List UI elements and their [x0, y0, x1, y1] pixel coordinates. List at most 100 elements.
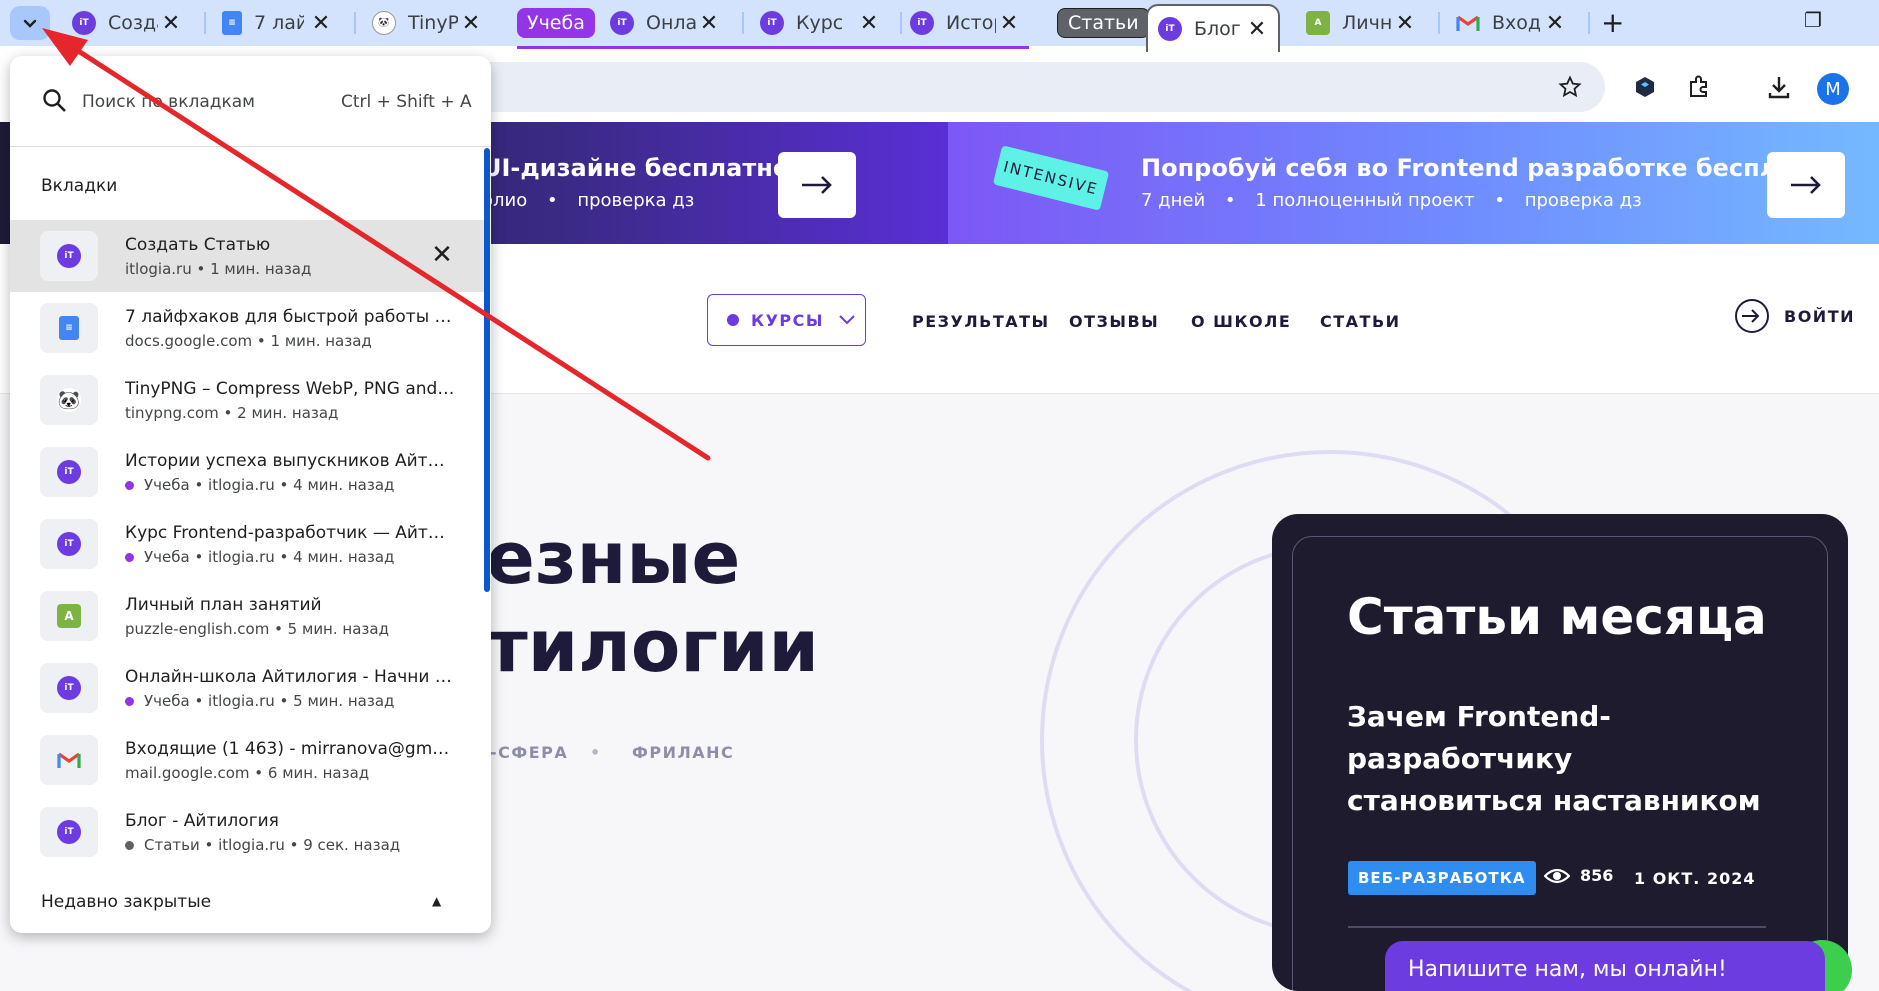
- tab-list-item-subtitle: Учеба • itlogia.ru • 4 мин. назад: [125, 476, 394, 494]
- puzzle-english-icon: A: [1306, 11, 1330, 35]
- tab-list-item[interactable]: iT Блог - Айтилогия Статьи • itlogia.ru • …: [10, 796, 484, 868]
- favicon-box: iT: [40, 447, 98, 497]
- articles-of-month-card: Статьи месяца Зачем Frontend-разработчик…: [1272, 514, 1848, 991]
- close-icon[interactable]: ✕: [160, 11, 182, 36]
- tab-group-study[interactable]: Учеба: [517, 8, 595, 38]
- scrollbar[interactable]: [484, 148, 490, 592]
- close-icon[interactable]: ✕: [998, 11, 1020, 36]
- tab-list-item[interactable]: iT Истории успеха выпускников Айти… Учеба …: [10, 436, 484, 508]
- tab-list-item[interactable]: ≡ 7 лайфхаков для быстрой работы в … docs.…: [10, 292, 484, 364]
- close-icon[interactable]: ✕: [698, 11, 720, 36]
- tab-list-item[interactable]: 🐼 TinyPNG – Compress WebP, PNG and … tinyp…: [10, 364, 484, 436]
- tab-group-articles[interactable]: Статьи: [1057, 8, 1150, 38]
- close-icon[interactable]: ✕: [1544, 11, 1566, 36]
- tab-list-item-title: Личный план занятий: [125, 595, 322, 615]
- tab-list-item-meta: Статьи • itlogia.ru • 9 сек. назад: [144, 836, 401, 854]
- itlogia-icon: iT: [57, 676, 81, 700]
- tab-list-item[interactable]: iT Курс Frontend-разработчик — Айти… Учеба…: [10, 508, 484, 580]
- extensions-puzzle-icon[interactable]: [1684, 72, 1714, 102]
- group-dot: [125, 552, 134, 562]
- tab-strip: iT Созда ✕ ≡ 7 лай ✕ 🐼 TinyP ✕ Учеба iT …: [0, 0, 1879, 52]
- favicon-box: [40, 735, 98, 785]
- tab-online-school[interactable]: iT Онла ✕: [600, 6, 730, 40]
- close-icon[interactable]: ✕: [858, 11, 880, 36]
- hero-title-line2: тилогии: [486, 604, 819, 688]
- tab-separator: [1438, 12, 1440, 34]
- courses-dot-icon: [727, 314, 739, 326]
- tab-docs[interactable]: ≡ 7 лай ✕: [212, 6, 342, 40]
- itlogia-icon: iT: [57, 244, 81, 268]
- nav-results[interactable]: РЕЗУЛЬТАТЫ: [912, 312, 1050, 331]
- chevron-down-icon: [839, 315, 855, 325]
- banner-sub-item: проверка дз: [1524, 190, 1642, 211]
- banner-arrow-button[interactable]: [778, 152, 856, 218]
- group-dot: [125, 840, 134, 850]
- hero-tag[interactable]: ФРИЛАНС: [632, 743, 734, 762]
- search-icon: [43, 89, 66, 112]
- tab-list-item-meta: Учеба • itlogia.ru • 4 мин. назад: [144, 548, 395, 566]
- tab-title: Входя: [1492, 12, 1542, 34]
- tab-search-button[interactable]: [10, 6, 50, 40]
- close-icon[interactable]: ✕: [1246, 17, 1268, 42]
- close-icon[interactable]: ✕: [460, 11, 482, 36]
- tab-personal-plan[interactable]: A Личн ✕: [1296, 6, 1426, 40]
- caret-up-icon[interactable]: ▲: [432, 894, 441, 908]
- tab-gmail[interactable]: Входя ✕: [1446, 6, 1576, 40]
- itlogia-icon: iT: [72, 11, 96, 35]
- category-badge[interactable]: ВЕБ-РАЗРАБОТКА: [1348, 861, 1536, 895]
- card-title: Статьи месяца: [1347, 588, 1767, 646]
- tab-list-item[interactable]: Входящие (1 463) - mirranova@gmai… mail.g…: [10, 724, 484, 796]
- tab-course[interactable]: iT Курс ✕: [750, 6, 890, 40]
- views-count: 856: [1544, 866, 1613, 885]
- tab-title: Онла: [646, 12, 696, 34]
- tab-search-bar[interactable]: Поиск по вкладкам Ctrl + Shift + A: [10, 56, 491, 146]
- favicon-box: iT: [40, 231, 98, 281]
- hero-tag[interactable]: -СФЕРА: [490, 743, 568, 762]
- tab-list-item[interactable]: iT Создать Статью itlogia.ru • 1 мин. наза…: [10, 220, 484, 292]
- bookmark-star-icon[interactable]: [1555, 72, 1585, 102]
- login-button[interactable]: ВОЙТИ: [1734, 298, 1855, 334]
- close-icon[interactable]: ✕: [310, 11, 332, 36]
- courses-dropdown-button[interactable]: КУРСЫ: [707, 294, 866, 346]
- tab-blog-active[interactable]: iT Блог ✕: [1146, 4, 1280, 52]
- courses-label: КУРСЫ: [751, 310, 824, 330]
- tab-list-item-meta: puzzle-english.com • 5 мин. назад: [125, 620, 389, 638]
- tab-list-item-subtitle: puzzle-english.com • 5 мин. назад: [125, 620, 389, 638]
- restore-window-icon[interactable]: ❐: [1804, 8, 1822, 32]
- tab-stories[interactable]: iT Истор ✕: [900, 6, 1030, 40]
- recently-closed-heading[interactable]: Недавно закрытые: [41, 892, 211, 912]
- tab-list-item[interactable]: iT Онлайн-школа Айтилогия - Начни с… Учеба…: [10, 652, 484, 724]
- banner-arrow-button[interactable]: [1767, 152, 1845, 218]
- chat-widget[interactable]: Напишите нам, мы онлайн!: [1385, 941, 1825, 991]
- close-icon[interactable]: ✕: [427, 240, 457, 270]
- tab-list-item-meta: mail.google.com • 6 мин. назад: [125, 764, 370, 782]
- nav-reviews[interactable]: ОТЗЫВЫ: [1069, 312, 1159, 331]
- tab-create-article[interactable]: iT Созда ✕: [62, 6, 192, 40]
- favicon-box: ≡: [40, 303, 98, 353]
- keyboard-shortcut: Ctrl + Shift + A: [341, 92, 472, 112]
- new-tab-button[interactable]: +: [1601, 6, 1624, 39]
- search-input[interactable]: Поиск по вкладкам: [82, 92, 255, 112]
- card-article-link[interactable]: Зачем Frontend-разработчику становиться …: [1347, 696, 1767, 822]
- arrow-right-icon: [1791, 176, 1821, 194]
- tab-list-item[interactable]: A Личный план занятий puzzle-english.com •…: [10, 580, 484, 652]
- favicon-box: iT: [40, 663, 98, 713]
- profile-avatar[interactable]: M: [1817, 73, 1849, 105]
- tab-tinypng[interactable]: 🐼 TinyP ✕: [362, 6, 492, 40]
- itlogia-icon: iT: [910, 11, 934, 35]
- tab-list-item-title: Создать Статью: [125, 235, 271, 255]
- address-bar[interactable]: [300, 62, 1605, 112]
- extension-shield-icon[interactable]: [1630, 72, 1660, 102]
- itlogia-icon: iT: [760, 11, 784, 35]
- close-icon[interactable]: ✕: [1394, 11, 1416, 36]
- card-divider: [1348, 926, 1766, 928]
- download-icon[interactable]: [1764, 72, 1794, 102]
- views-value: 856: [1580, 866, 1614, 885]
- favicon-box: iT: [40, 807, 98, 857]
- tinypng-panda-icon: 🐼: [57, 388, 81, 412]
- tab-list-item-meta: Учеба • itlogia.ru • 5 мин. назад: [144, 692, 395, 710]
- nav-about[interactable]: О ШКОЛЕ: [1191, 312, 1291, 331]
- favicon-box: 🐼: [40, 375, 98, 425]
- nav-articles[interactable]: СТАТЬИ: [1320, 312, 1401, 331]
- tab-list-item-title: 7 лайфхаков для быстрой работы в …: [125, 307, 455, 327]
